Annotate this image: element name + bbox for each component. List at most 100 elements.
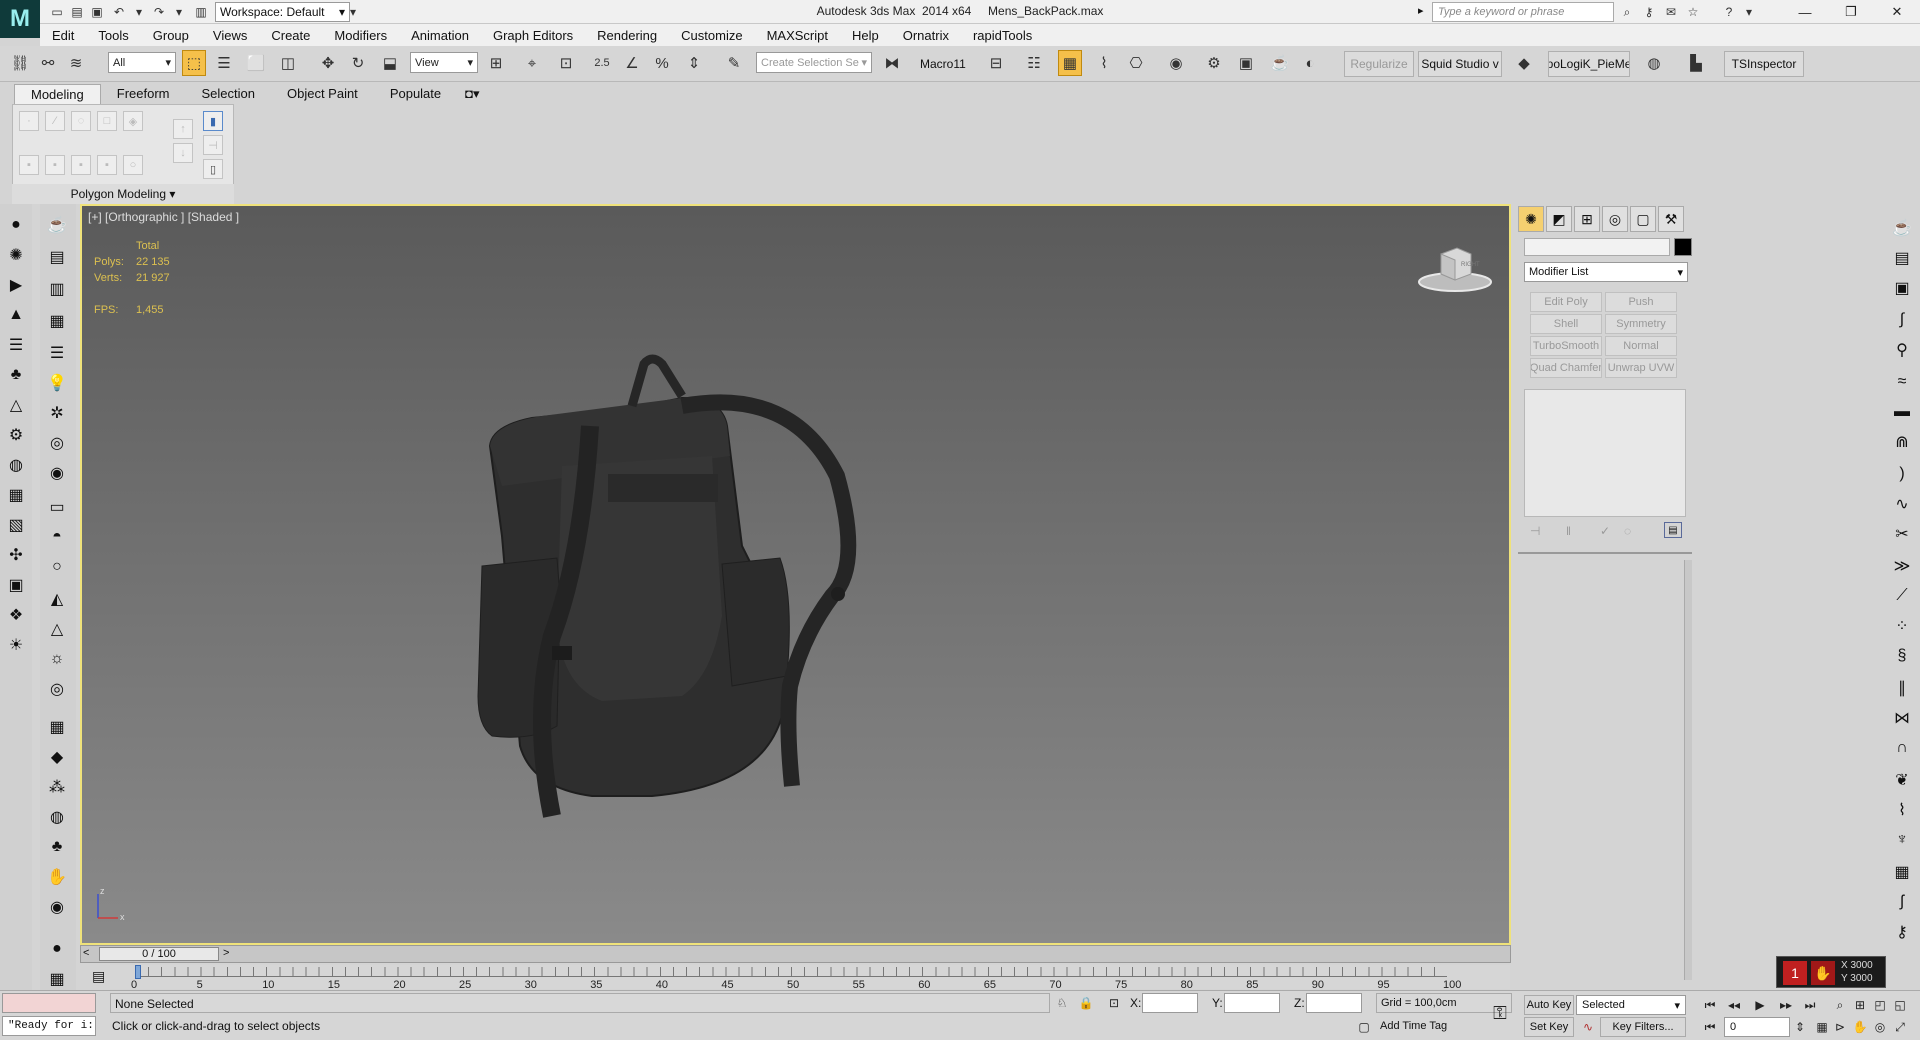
go-to-start-icon[interactable]: ⏮: [1700, 995, 1720, 1015]
menu-group[interactable]: Group: [141, 28, 201, 43]
turbosmooth-button[interactable]: TurboSmooth: [1530, 336, 1602, 356]
hair-curl-icon[interactable]: ∫: [1890, 308, 1914, 332]
hair-flow-icon[interactable]: ʃ: [1890, 890, 1914, 914]
pologik-pieme-button[interactable]: poLogiK_PieMe: [1548, 51, 1630, 77]
subscription-icon[interactable]: ⚷: [1640, 3, 1658, 21]
help-icon[interactable]: ?: [1720, 3, 1738, 21]
maxscript-mini-listener[interactable]: "Ready for i:: [2, 1016, 96, 1036]
pan-view-icon[interactable]: ✋: [1850, 1017, 1870, 1037]
search-expand-icon[interactable]: ▸: [1418, 4, 1424, 17]
close-button[interactable]: ✕: [1874, 0, 1920, 24]
cone-shape-icon[interactable]: △: [46, 618, 68, 640]
next-frame-icon[interactable]: ▸▸: [1776, 995, 1796, 1015]
ribbon-panel-label[interactable]: Polygon Modeling ▾: [12, 184, 234, 204]
key-curve-icon[interactable]: ∿: [1578, 1017, 1598, 1037]
brick-icon[interactable]: ▦: [46, 716, 68, 738]
helper-icon[interactable]: ▲: [5, 304, 27, 326]
field-of-view-icon[interactable]: ⊳: [1830, 1017, 1850, 1037]
hair-lock-icon[interactable]: ⚷: [1890, 920, 1914, 944]
set-key-mode-icon[interactable]: ⚿: [1490, 1003, 1510, 1023]
loop-selection-icon[interactable]: ▪: [97, 155, 117, 175]
time-slider-next-icon[interactable]: >: [223, 947, 229, 959]
quick-access-dropdown-icon[interactable]: ▾: [344, 3, 362, 21]
keyboard-shortcut-override-icon[interactable]: ⊡: [554, 50, 578, 76]
go-to-end-icon[interactable]: ⏭: [1800, 995, 1820, 1015]
track-bar[interactable]: 0 5 10 15 20 25 30 35 40 45 50 55 60 65 70 75 80 85 90 95 10…: [110, 965, 1510, 991]
hair-bend-icon[interactable]: ∩: [1890, 736, 1914, 760]
save-file-icon[interactable]: ▣: [88, 3, 106, 21]
menu-animation[interactable]: Animation: [399, 28, 481, 43]
hair-strand-icon[interactable]: ⌇: [1890, 798, 1914, 822]
selection-filter-select[interactable]: All ▾: [108, 52, 176, 73]
absolute-mode-icon[interactable]: ⊡: [1104, 993, 1124, 1013]
panel-scrollbar[interactable]: [1684, 560, 1692, 980]
favorites-star-icon[interactable]: ☆: [1684, 3, 1702, 21]
hair-dynamics-icon[interactable]: ❦: [1890, 768, 1914, 792]
sun-icon[interactable]: ✺: [5, 244, 27, 266]
previous-frame-icon[interactable]: ◂◂: [1724, 995, 1744, 1015]
grid-table-icon[interactable]: ▦: [46, 968, 68, 990]
scripts-icon[interactable]: ▥: [46, 278, 68, 300]
menu-tools[interactable]: Tools: [86, 28, 140, 43]
tab-modeling[interactable]: Modeling: [14, 84, 101, 104]
viewport-orthographic[interactable]: [+] [Orthographic ] [Shaded ] Total Poly…: [80, 204, 1511, 945]
menu-maxscript[interactable]: MAXScript: [755, 28, 840, 43]
percent-snap-icon[interactable]: %: [650, 50, 674, 76]
script-icon[interactable]: ◍: [1642, 50, 1666, 76]
current-frame-input[interactable]: 0: [1724, 1017, 1790, 1037]
gear-icon[interactable]: ⚙: [5, 424, 27, 446]
bind-space-warp-icon[interactable]: ≋: [64, 50, 88, 76]
isolate-selection-icon[interactable]: ♘: [1052, 993, 1072, 1013]
hair-tuft-icon[interactable]: ♆: [1890, 828, 1914, 852]
orbit-icon[interactable]: ◎: [1870, 1017, 1890, 1037]
communication-center-icon[interactable]: ✉: [1662, 3, 1680, 21]
list-icon[interactable]: ☰: [5, 334, 27, 356]
plant-icon[interactable]: ♣: [46, 836, 68, 858]
show-end-result-icon[interactable]: ‖: [1566, 524, 1571, 538]
basket-icon[interactable]: ◭: [46, 588, 68, 610]
zoom-extents-all-icon[interactable]: ◱: [1890, 995, 1910, 1015]
spray-icon[interactable]: ❖: [5, 604, 27, 626]
table-icon[interactable]: ▦: [46, 310, 68, 332]
teapot-icon[interactable]: ☕: [46, 214, 68, 236]
curve-editor-icon[interactable]: ⌇: [1092, 50, 1116, 76]
viewcube[interactable]: RIGHT: [1417, 242, 1493, 292]
macro-label[interactable]: Macro11: [920, 57, 966, 71]
pin-stack-icon[interactable]: ⊣: [1530, 524, 1540, 538]
key-mode-toggle-icon[interactable]: ⏮: [1700, 1017, 1720, 1037]
schematic-view-icon[interactable]: ⎔: [1124, 50, 1148, 76]
hair-braid-icon[interactable]: ⋈: [1890, 706, 1914, 730]
film-reel-icon[interactable]: ◎: [46, 432, 68, 454]
menu-rendering[interactable]: Rendering: [585, 28, 669, 43]
open-file-icon[interactable]: ▤: [68, 3, 86, 21]
new-file-icon[interactable]: ▭: [48, 3, 66, 21]
maximize-viewport-icon[interactable]: ⤢: [1890, 1017, 1910, 1037]
spinner-snap-icon[interactable]: ⇕: [682, 50, 706, 76]
menu-rapidtools[interactable]: rapidTools: [961, 28, 1044, 43]
unwrap-uvw-button[interactable]: Unwrap UVW: [1605, 358, 1677, 378]
help-dropdown-icon[interactable]: ▾: [1740, 3, 1758, 21]
grow-selection-icon[interactable]: ▪: [19, 155, 39, 175]
camera-icon[interactable]: ▶: [5, 274, 27, 296]
layers-icon[interactable]: ☰: [46, 342, 68, 364]
edit-poly-button[interactable]: Edit Poly: [1530, 292, 1602, 312]
menu-views[interactable]: Views: [201, 28, 259, 43]
regularize-button[interactable]: Regularize: [1344, 51, 1414, 77]
light-bulb-icon[interactable]: 💡: [46, 372, 68, 394]
render-setup-icon[interactable]: ⚙: [1202, 50, 1226, 76]
hair-cut-icon[interactable]: ✂: [1890, 522, 1914, 546]
object-name-input[interactable]: [1524, 238, 1670, 256]
set-key-button[interactable]: Set Key: [1524, 1017, 1574, 1037]
zoom-all-icon[interactable]: ⊞: [1850, 995, 1870, 1015]
pivot-center-icon[interactable]: ⊞: [484, 50, 508, 76]
zoom-icon[interactable]: ⌕: [1830, 995, 1850, 1015]
undo-icon[interactable]: ↶: [110, 3, 128, 21]
modify-mode-icon[interactable]: ▯: [203, 159, 223, 179]
hair-frizz-icon[interactable]: ⋒: [1890, 430, 1914, 454]
key-selection-set-select[interactable]: Selected ▾: [1576, 995, 1686, 1015]
hand-icon[interactable]: ✋: [46, 866, 68, 888]
motion-tab-icon[interactable]: ◎: [1602, 206, 1628, 232]
shrink-selection-icon[interactable]: ▪: [45, 155, 65, 175]
make-unique-icon[interactable]: ✓: [1600, 524, 1610, 538]
named-selection-set-input[interactable]: Create Selection Se ▾: [756, 52, 872, 73]
